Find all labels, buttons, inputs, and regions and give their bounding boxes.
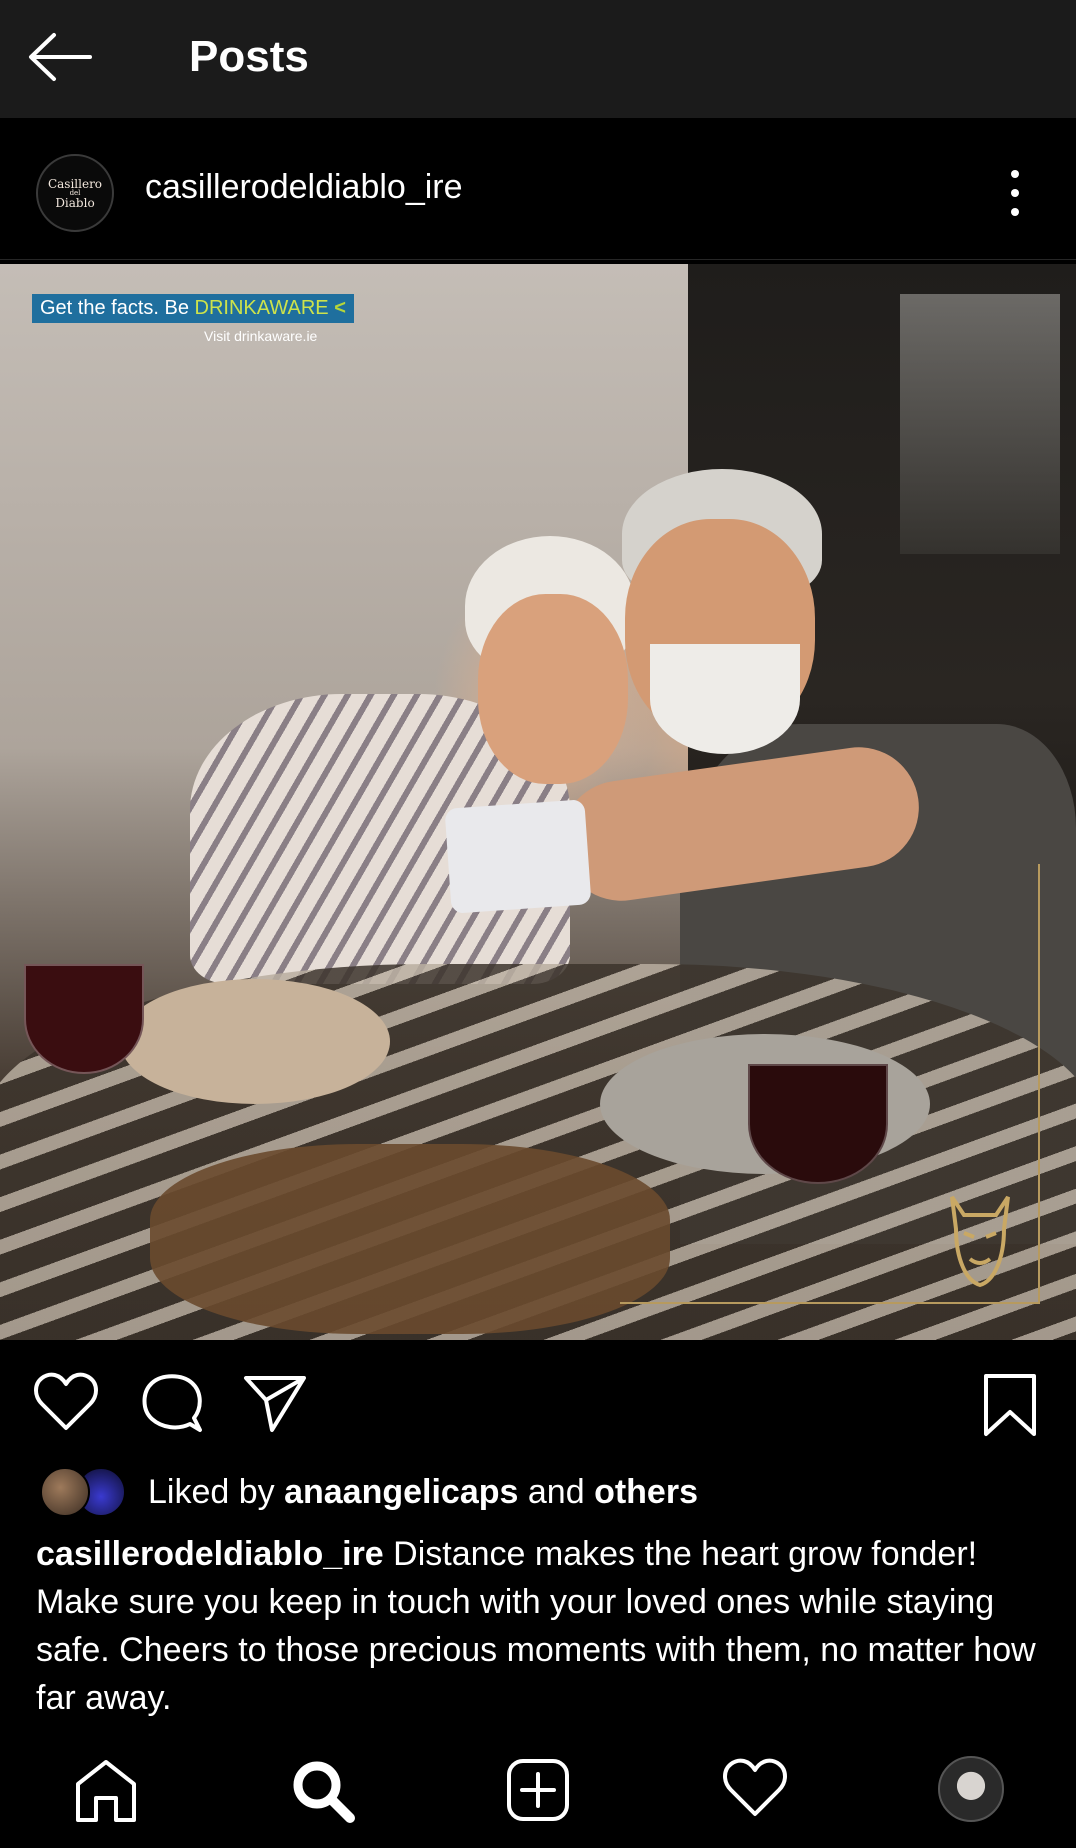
- liker-avatars: [40, 1467, 128, 1517]
- send-icon[interactable]: [242, 1372, 308, 1434]
- drinkaware-banner: Get the facts. Be DRINKAWARE < Visit dri…: [32, 294, 354, 344]
- devil-logo-icon: [950, 1195, 1010, 1288]
- liker-avatar: [40, 1467, 90, 1517]
- likes-middle: and: [518, 1472, 595, 1511]
- page-title: Posts: [189, 32, 309, 81]
- bottom-nav: [0, 1736, 1076, 1848]
- back-button[interactable]: [26, 26, 96, 88]
- drinkaware-brand: DRINKAWARE: [194, 297, 329, 319]
- heart-icon[interactable]: [34, 1372, 98, 1432]
- search-icon[interactable]: [290, 1758, 356, 1824]
- avatar-logo-text: Diablo: [55, 195, 95, 210]
- likes-text: Liked by anaangelicaps and others: [148, 1473, 698, 1512]
- drinkaware-prefix: Get the facts. Be: [40, 297, 195, 319]
- drinkaware-bar: Get the facts. Be DRINKAWARE <: [32, 294, 354, 323]
- background-window: [900, 294, 1060, 554]
- arrow-left-icon: [29, 33, 92, 81]
- liker-username[interactable]: anaangelicaps: [284, 1473, 518, 1511]
- profile-avatar[interactable]: [938, 1756, 1004, 1822]
- account-avatar[interactable]: Casillero del Diablo: [36, 154, 114, 232]
- post-header: Casillero del Diablo casillerodeldiablo_…: [0, 118, 1076, 260]
- avatar-logo-text: Casillero: [47, 176, 103, 191]
- more-vertical-icon: [1011, 189, 1019, 197]
- likes-others[interactable]: others: [594, 1473, 698, 1511]
- post-image[interactable]: Get the facts. Be DRINKAWARE < Visit dri…: [0, 264, 1076, 1340]
- bookmark-icon[interactable]: [980, 1372, 1040, 1438]
- post-actions: [0, 1340, 1076, 1460]
- woman-face: [478, 594, 628, 784]
- post-username[interactable]: casillerodeldiablo_ire: [145, 168, 463, 207]
- likes-prefix: Liked by: [148, 1472, 285, 1511]
- caption-username[interactable]: casillerodeldiablo_ire: [36, 1535, 384, 1573]
- drinkaware-visit-text: Visit drinkaware.ie: [204, 328, 318, 344]
- post-caption: casillerodeldiablo_ire Distance makes th…: [36, 1530, 1046, 1722]
- more-vertical-icon: [1011, 170, 1019, 178]
- man-beard: [650, 644, 800, 754]
- new-post-icon[interactable]: [506, 1758, 570, 1822]
- activity-heart-icon[interactable]: [722, 1758, 788, 1818]
- top-app-bar: Posts: [0, 0, 1076, 118]
- more-vertical-icon: [1011, 208, 1019, 216]
- likes-summary[interactable]: Liked by anaangelicaps and others: [40, 1466, 698, 1518]
- smartphone: [444, 799, 592, 914]
- wine-glass: [24, 964, 144, 1074]
- comment-icon[interactable]: [140, 1372, 204, 1434]
- plate: [120, 979, 390, 1104]
- serving-board: [150, 1144, 670, 1334]
- more-options-button[interactable]: [1000, 170, 1030, 216]
- home-icon[interactable]: [74, 1758, 138, 1824]
- drinkaware-chevron: <: [334, 297, 346, 319]
